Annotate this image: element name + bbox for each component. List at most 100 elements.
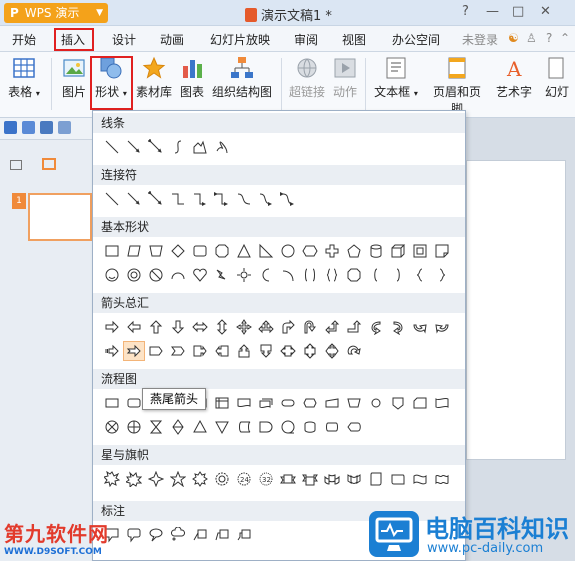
flowchart-document-shape[interactable]	[233, 393, 255, 413]
donut-shape[interactable]	[123, 265, 145, 285]
flowchart-card-shape[interactable]	[409, 393, 431, 413]
connector-arrow[interactable]	[123, 189, 145, 209]
lightning-shape[interactable]	[211, 265, 233, 285]
flowchart-terminator-shape[interactable]	[277, 393, 299, 413]
line-callout-2-shape[interactable]	[211, 525, 233, 545]
star-24-shape[interactable]: 24	[233, 469, 255, 489]
freeform-shape[interactable]	[189, 137, 211, 157]
connector-elbow-arrow[interactable]	[189, 189, 211, 209]
curved-left-arrow-shape[interactable]	[387, 317, 409, 337]
star-16-shape[interactable]	[211, 469, 233, 489]
scribble-shape[interactable]	[211, 137, 233, 157]
help-icon[interactable]: ?	[546, 31, 552, 45]
double-wave-shape[interactable]	[431, 469, 453, 489]
minimize-button[interactable]: —	[486, 4, 499, 19]
star-5-shape[interactable]	[167, 469, 189, 489]
flowchart-display-shape[interactable]	[343, 417, 365, 437]
print-icon[interactable]	[22, 121, 35, 134]
flowchart-punched-tape-shape[interactable]	[431, 393, 453, 413]
maximize-button[interactable]: □	[512, 4, 524, 19]
flowchart-direct-access-shape[interactable]	[321, 417, 343, 437]
curved-down-arrow-shape[interactable]	[431, 317, 453, 337]
plaque-shape[interactable]	[343, 265, 365, 285]
undo-icon[interactable]	[58, 121, 71, 134]
diamond-shape[interactable]	[167, 241, 189, 261]
flowchart-sequential-access-shape[interactable]	[277, 417, 299, 437]
horizontal-scroll-shape[interactable]	[387, 469, 409, 489]
flowchart-extract-shape[interactable]	[189, 417, 211, 437]
cube-shape[interactable]	[387, 241, 409, 261]
cross-shape[interactable]	[321, 241, 343, 261]
flowchart-connector-shape[interactable]	[365, 393, 387, 413]
ellipse-shape[interactable]	[277, 241, 299, 261]
heart-shape[interactable]	[189, 265, 211, 285]
slide-view-icon[interactable]	[42, 158, 56, 170]
vertical-scroll-shape[interactable]	[365, 469, 387, 489]
flowchart-sort-shape[interactable]	[167, 417, 189, 437]
rectangle-shape[interactable]	[101, 241, 123, 261]
right-bracket-shape[interactable]	[387, 265, 409, 285]
up-arrow-shape[interactable]	[145, 317, 167, 337]
flowchart-or-shape[interactable]	[123, 417, 145, 437]
slide-thumbnail[interactable]	[28, 193, 92, 241]
chevron-shape[interactable]	[167, 341, 189, 361]
hyperlink-button[interactable]: 超链接	[288, 56, 326, 100]
line-callout-1-shape[interactable]	[189, 525, 211, 545]
tab-view[interactable]: 视图	[342, 31, 366, 48]
flowchart-manual-input-shape[interactable]	[321, 393, 343, 413]
block-arc-shape[interactable]	[167, 265, 189, 285]
up-down-arrow-callout-shape[interactable]	[299, 341, 321, 361]
down-ribbon-shape[interactable]	[299, 469, 321, 489]
oval-callout-shape[interactable]	[145, 525, 167, 545]
flowchart-process-shape[interactable]	[101, 393, 123, 413]
pentagon-arrow-shape[interactable]	[145, 341, 167, 361]
circular-arrow-shape[interactable]	[343, 341, 365, 361]
left-right-arrow-shape[interactable]	[189, 317, 211, 337]
slide-canvas[interactable]	[466, 160, 566, 460]
outline-view-icon[interactable]	[10, 160, 22, 170]
right-arrow-shape[interactable]	[101, 317, 123, 337]
explosion-2-shape[interactable]	[123, 469, 145, 489]
flowchart-merge-shape[interactable]	[211, 417, 233, 437]
cloud-callout-shape[interactable]	[167, 525, 189, 545]
bent-arrow-shape[interactable]	[277, 317, 299, 337]
tab-review[interactable]: 审阅	[294, 31, 318, 48]
striped-right-arrow-shape[interactable]	[101, 341, 123, 361]
flowchart-delay-shape[interactable]	[255, 417, 277, 437]
folded-corner-shape[interactable]	[431, 241, 453, 261]
tab-home[interactable]: 开始	[12, 31, 36, 48]
flowchart-multidocument-shape[interactable]	[255, 393, 277, 413]
skin-icon[interactable]: ☯	[508, 31, 519, 45]
chevron-up-icon[interactable]: ⌃	[560, 31, 570, 45]
left-brace-shape[interactable]	[409, 265, 431, 285]
tab-slideshow[interactable]: 幻灯片放映	[210, 31, 270, 48]
wordart-button[interactable]: A 艺术字	[494, 56, 534, 100]
trapezoid-shape[interactable]	[145, 241, 167, 261]
moon-shape[interactable]	[255, 265, 277, 285]
left-right-up-arrow-shape[interactable]	[255, 317, 277, 337]
up-ribbon-shape[interactable]	[277, 469, 299, 489]
triangle-shape[interactable]	[233, 241, 255, 261]
parallelogram-shape[interactable]	[123, 241, 145, 261]
notched-right-arrow-shape[interactable]	[123, 341, 145, 361]
tab-office-space[interactable]: 办公空间	[392, 31, 440, 48]
tab-design[interactable]: 设计	[112, 31, 136, 48]
arrow-line-shape[interactable]	[123, 137, 145, 157]
down-arrow-callout-shape[interactable]	[255, 341, 277, 361]
flowchart-internal-storage-shape[interactable]	[211, 393, 233, 413]
can-shape[interactable]	[365, 241, 387, 261]
org-chart-button[interactable]: 组织结构图	[211, 56, 273, 100]
connector-curved[interactable]	[233, 189, 255, 209]
login-link[interactable]: 未登录	[462, 31, 498, 48]
double-bracket-shape[interactable]	[299, 265, 321, 285]
curve-shape[interactable]	[167, 137, 189, 157]
flowchart-summing-junction-shape[interactable]	[101, 417, 123, 437]
connector-double-arrow[interactable]	[145, 189, 167, 209]
connector-curved-arrow[interactable]	[255, 189, 277, 209]
right-arrow-callout-shape[interactable]	[189, 341, 211, 361]
left-up-arrow-shape[interactable]	[321, 317, 343, 337]
star-8-shape[interactable]	[189, 469, 211, 489]
right-triangle-shape[interactable]	[255, 241, 277, 261]
flowchart-collate-shape[interactable]	[145, 417, 167, 437]
line-shape[interactable]	[101, 137, 123, 157]
